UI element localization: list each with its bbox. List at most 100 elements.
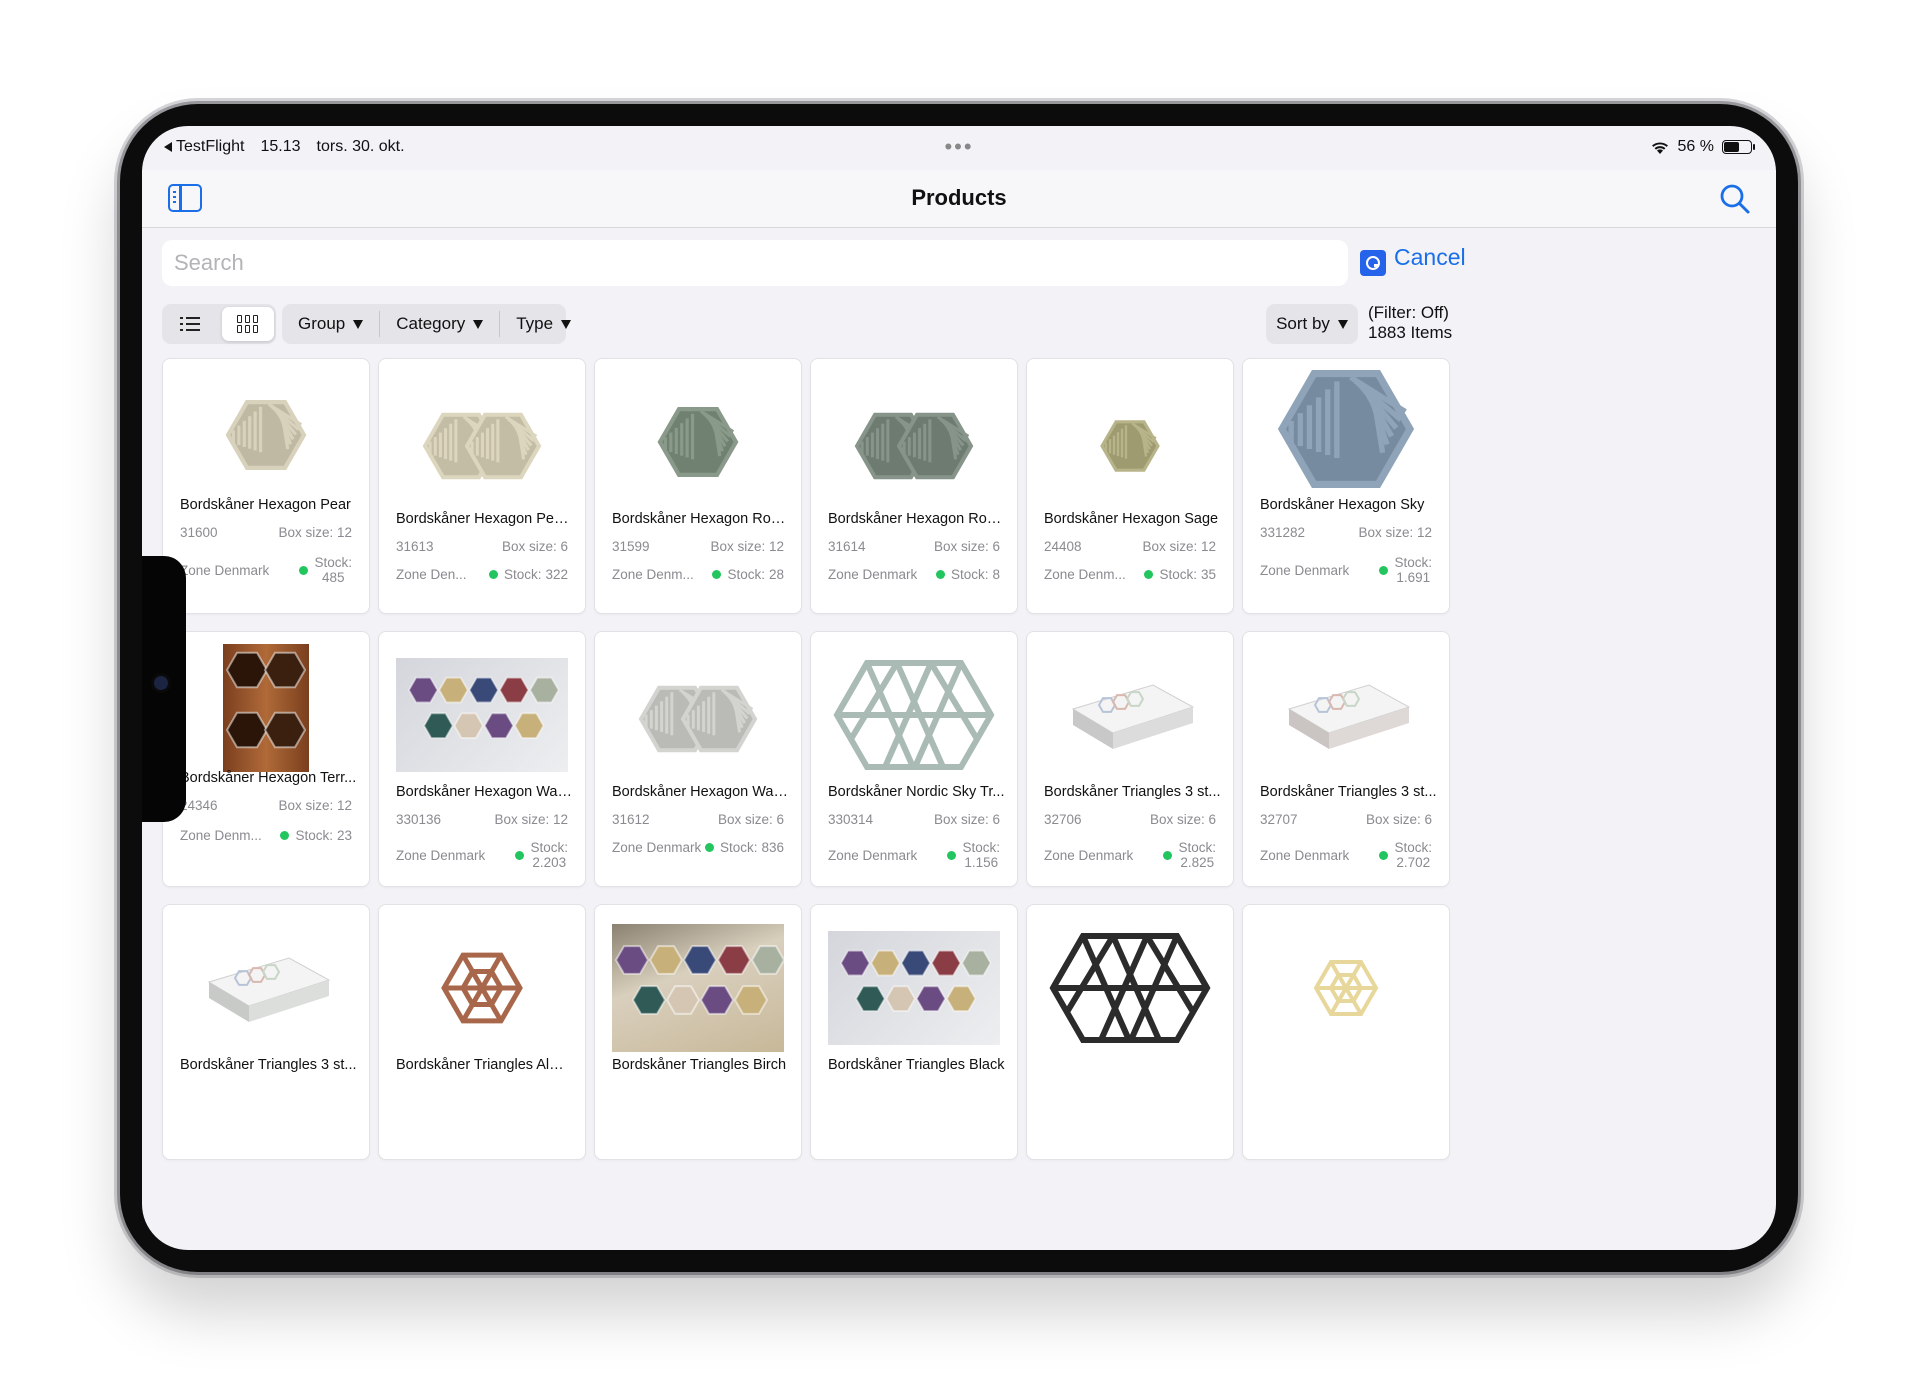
type-filter-button[interactable]: Type	[500, 311, 587, 337]
product-name: Bordskåner Hexagon Sky	[1260, 497, 1425, 513]
product-name: Bordskåner Triangles Birch	[612, 1057, 787, 1073]
product-zone: Zone Denmark	[612, 840, 702, 855]
product-sku: 32707	[1260, 812, 1298, 827]
product-card[interactable]	[1242, 904, 1450, 1160]
product-sku: 330314	[828, 812, 874, 827]
app-screen: TestFlight 15.13 tors. 30. okt. ••• 56 %…	[142, 126, 1776, 1250]
product-image	[1049, 933, 1211, 1043]
grid-view-button[interactable]	[222, 307, 274, 341]
product-zone: Zone Denmark	[828, 847, 918, 863]
stock-value: Stock: 1.156	[962, 840, 1000, 870]
product-meta-row: 331282 Box size: 12	[1260, 525, 1432, 540]
product-card[interactable]: Bordskåner Triangles Black	[810, 904, 1018, 1160]
product-card[interactable]: Bordskåner Triangles 3 st... 32707 Box siz…	[1242, 631, 1450, 887]
group-filter-button[interactable]: Group	[282, 311, 381, 337]
stock-count: 8	[992, 567, 1000, 582]
stock-value: Stock: 2.702	[1394, 840, 1432, 870]
product-name: Bordskåner Triangles Black	[828, 1057, 1005, 1073]
stock-count: 1.691	[1396, 570, 1431, 585]
product-card[interactable]: Bordskåner Triangles Alm...	[378, 904, 586, 1160]
product-box-size: Box size: 6	[501, 539, 568, 554]
product-box-size: Box size: 12	[1358, 525, 1432, 540]
dropdown-caret-icon	[473, 319, 484, 329]
product-image	[441, 952, 523, 1024]
stock-label: Stock:	[295, 828, 333, 843]
product-sku: 31599	[612, 539, 650, 554]
product-zone: Zone Denmark	[1044, 847, 1134, 863]
product-name: Bordskåner Triangles 3 st...	[180, 1057, 357, 1073]
product-image-container	[179, 644, 353, 772]
product-card[interactable]: Bordskåner Hexagon War... 330136 Box size:…	[378, 631, 586, 887]
back-app-label: TestFlight	[176, 138, 245, 155]
stock-status-dot-icon	[299, 565, 309, 575]
product-box-size: Box size: 12	[1142, 539, 1216, 554]
stock-count: 35	[1200, 567, 1216, 582]
product-card[interactable]	[1026, 904, 1234, 1160]
product-image	[225, 399, 307, 471]
list-view-button[interactable]	[164, 307, 216, 341]
stock-label: Stock:	[1178, 840, 1216, 855]
stock-value: Stock: 2.203	[530, 840, 568, 870]
product-image	[1100, 420, 1160, 472]
stock-value: Stock: 1.691	[1394, 555, 1432, 585]
product-image-container	[1259, 370, 1433, 497]
category-filter-label: Category	[396, 314, 466, 333]
product-image-container	[827, 373, 1001, 511]
stock-label: Stock:	[719, 840, 758, 855]
product-image-container	[179, 919, 353, 1057]
product-card[interactable]: Bordskåner Hexagon Terr... 24346 Box size:…	[162, 631, 370, 887]
product-card[interactable]: Bordskåner Hexagon Sage 24408 Box size: 12…	[1026, 358, 1234, 614]
page-title: Products	[911, 185, 1007, 210]
product-card[interactable]: Bordskåner Hexagon War... 31612 Box size: …	[594, 631, 802, 887]
product-stock-row: Zone Den... Stock: 322	[396, 567, 568, 582]
status-date: tors. 30. okt.	[316, 138, 405, 155]
stock-label: Stock:	[1394, 555, 1432, 570]
product-card[interactable]: Bordskåner Triangles 3 st... 32706 Box siz…	[1026, 631, 1234, 887]
stock-label: Stock:	[1159, 567, 1197, 582]
stock-status-dot-icon	[488, 570, 498, 579]
stock-value: Stock: 28	[727, 567, 784, 582]
stock-label: Stock:	[530, 840, 568, 855]
product-image	[833, 660, 995, 770]
barcode-scanner-icon[interactable]	[1360, 250, 1386, 276]
product-box-size: Box size: 6	[933, 812, 1000, 827]
stock-count: 2.825	[1180, 855, 1215, 870]
sidebar-toggle-icon[interactable]	[168, 184, 202, 212]
product-card[interactable]: Bordskåner Hexagon Sky 331282 Box size: 12…	[1242, 358, 1450, 614]
product-image-container	[1259, 646, 1433, 784]
back-to-app-link[interactable]: TestFlight	[164, 138, 244, 156]
product-stock-row: Zone Denmark Stock: 1.156	[828, 840, 1000, 870]
search-input[interactable]	[162, 240, 1348, 286]
stock-status-dot-icon	[280, 831, 290, 840]
product-sku: 31600	[180, 525, 218, 540]
sort-by-button[interactable]: Sort by	[1266, 304, 1358, 344]
product-card[interactable]: Bordskåner Hexagon Pear 31600 Box size: 12…	[162, 358, 370, 614]
product-photo	[396, 658, 568, 772]
status-bar: TestFlight 15.13 tors. 30. okt. ••• 56 %	[142, 126, 1776, 170]
multitasking-dots[interactable]: •••	[944, 134, 973, 160]
product-stock: Stock: 1.691	[1379, 555, 1432, 585]
product-stock: Stock: 35	[1144, 567, 1216, 582]
product-stock: Stock: 2.825	[1163, 840, 1216, 870]
product-zone: Zone Denm...	[612, 567, 694, 582]
product-card[interactable]: Bordskåner Triangles Birch	[594, 904, 802, 1160]
product-card[interactable]: Bordskåner Hexagon Ros... 31614 Box size: …	[810, 358, 1018, 614]
dropdown-caret-icon	[561, 319, 572, 329]
product-meta-row: 32707 Box size: 6	[1260, 812, 1432, 827]
product-image-container	[179, 373, 353, 497]
product-name: Bordskåner Hexagon Pea...	[396, 511, 573, 527]
product-image-container	[611, 646, 785, 784]
back-arrow-icon	[164, 142, 172, 152]
product-image	[422, 412, 542, 480]
product-card[interactable]: Bordskåner Hexagon Pea... 31613 Box size: …	[378, 358, 586, 614]
stock-status-dot-icon	[1144, 570, 1154, 579]
product-stock-row: Zone Denmark Stock: 2.702	[1260, 840, 1432, 870]
product-image-container	[395, 373, 569, 511]
search-icon[interactable]	[1718, 182, 1752, 216]
product-card[interactable]: Bordskåner Nordic Sky Tr... 330314 Box siz…	[810, 631, 1018, 887]
product-card[interactable]: Bordskåner Triangles 3 st...	[162, 904, 370, 1160]
category-filter-button[interactable]: Category	[380, 311, 501, 337]
cancel-button[interactable]: Cancel	[1394, 244, 1466, 271]
product-card[interactable]: Bordskåner Hexagon Ros... 31599 Box size: …	[594, 358, 802, 614]
product-zone: Zone Denm...	[180, 828, 262, 843]
